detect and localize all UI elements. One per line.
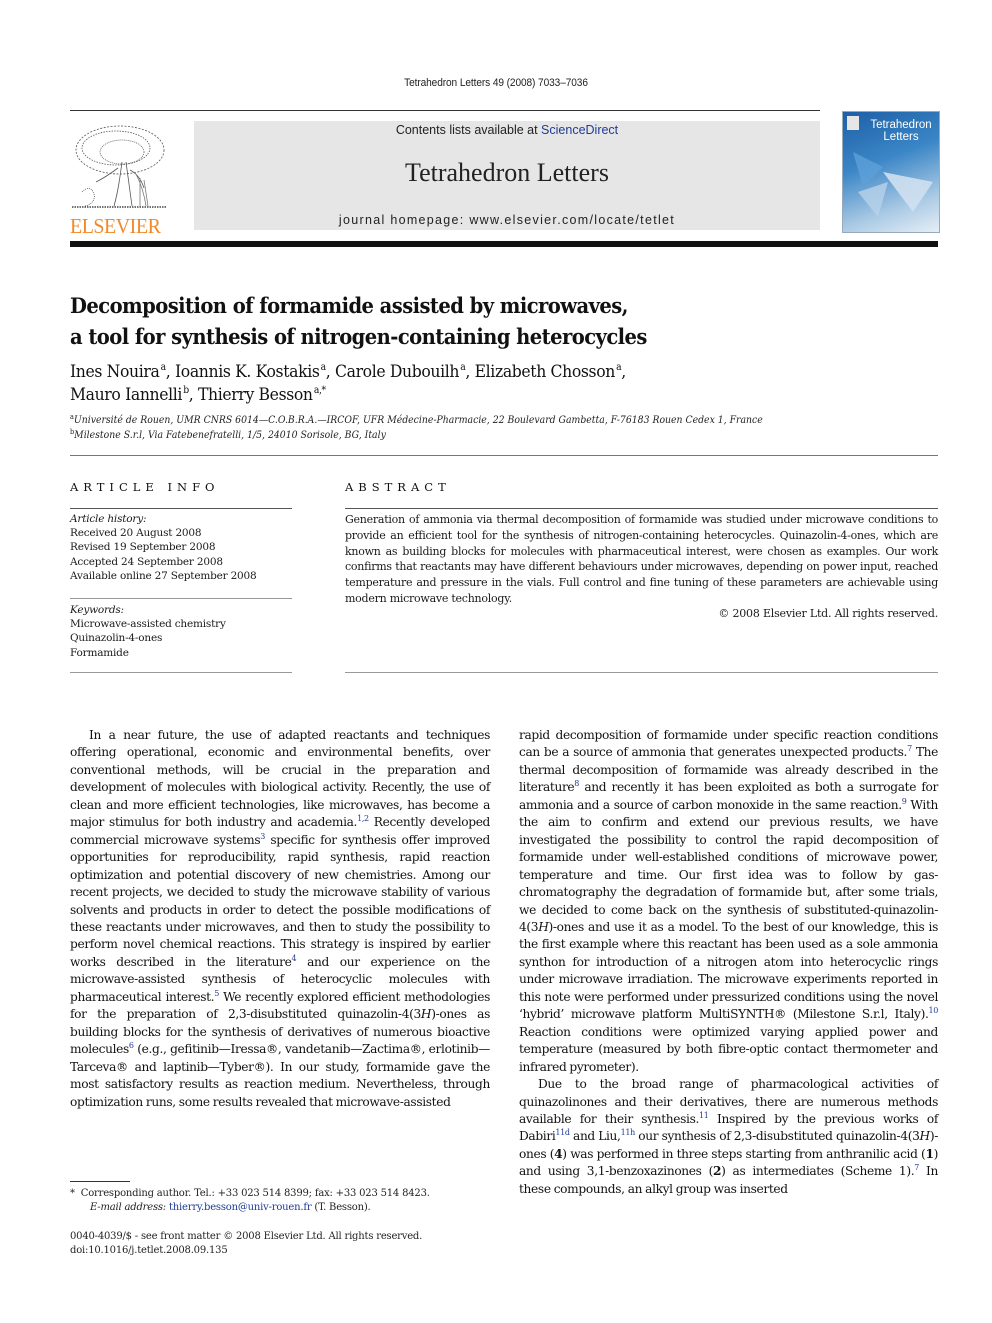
author[interactable]: Ines Nouira a, bbox=[70, 362, 175, 382]
footnote-star: * bbox=[70, 1188, 75, 1199]
keywords-rule bbox=[70, 598, 292, 599]
author[interactable]: Carole Dubouilh a, bbox=[335, 362, 475, 382]
author-email-link[interactable]: thierry.besson@univ-rouen.fr bbox=[169, 1202, 312, 1213]
issn-doi: 0040-4039/$ - see front matter © 2008 El… bbox=[70, 1230, 500, 1258]
masthead-rule bbox=[70, 241, 938, 247]
corresponding-author-footnote: * Corresponding author. Tel.: +33 023 51… bbox=[70, 1188, 430, 1213]
keyword: Microwave-assisted chemistry bbox=[70, 618, 226, 631]
keyword: Quinazolin-4-ones bbox=[70, 632, 163, 645]
article-info-heading: ARTICLE INFO bbox=[70, 480, 220, 494]
elsevier-tree-icon bbox=[72, 125, 166, 208]
paragraph: Due to the broad range of pharmacologica… bbox=[519, 1077, 938, 1196]
author[interactable]: Thierry Besson a,* bbox=[198, 385, 326, 405]
citation-link[interactable]: 11 bbox=[699, 1111, 709, 1120]
affiliation-b: bMilestone S.r.l, Via Fatebenefratelli, … bbox=[70, 428, 386, 442]
citation-link[interactable]: 10 bbox=[929, 1006, 939, 1015]
article-title: Decomposition of formamide assisted by m… bbox=[70, 290, 879, 352]
abstract-rule bbox=[345, 508, 938, 509]
cover-title: Tetrahedron Letters bbox=[870, 119, 932, 143]
author-list: Ines Nouira a, Ioannis K. Kostakis a, Ca… bbox=[70, 361, 870, 407]
journal-title: Tetrahedron Letters bbox=[405, 158, 609, 187]
contents-prefix: Contents lists available at bbox=[395, 123, 542, 137]
contents-line: Contents lists available at ScienceDirec… bbox=[194, 123, 820, 137]
abstract-copyright: © 2008 Elsevier Ltd. All rights reserved… bbox=[718, 607, 938, 620]
title-line-2: a tool for synthesis of nitrogen-contain… bbox=[70, 324, 647, 349]
article-history: Article history: Received 20 August 2008… bbox=[70, 512, 292, 583]
compound-number: 1 bbox=[925, 1146, 934, 1161]
running-head: Tetrahedron Letters 49 (2008) 7033–7036 bbox=[404, 77, 588, 89]
section-rule bbox=[70, 455, 938, 456]
abstract-text: Generation of ammonia via thermal decomp… bbox=[345, 513, 938, 605]
title-line-1: Decomposition of formamide assisted by m… bbox=[70, 293, 628, 318]
issn-line: 0040-4039/$ - see front matter © 2008 El… bbox=[70, 1231, 423, 1242]
author[interactable]: Ioannis K. Kostakis a, bbox=[175, 362, 335, 382]
journal-banner: Contents lists available at ScienceDirec… bbox=[194, 121, 820, 230]
elsevier-logo[interactable]: ELSEVIER bbox=[70, 122, 170, 237]
author[interactable]: Elizabeth Chosson a, bbox=[475, 362, 627, 382]
article-info-bottom-rule bbox=[70, 672, 292, 673]
citation-link[interactable]: 1,2 bbox=[357, 814, 369, 823]
citation-link[interactable]: 11h bbox=[621, 1128, 636, 1137]
abstract-heading: ABSTRACT bbox=[345, 480, 451, 494]
paragraph: In a near future, the use of adapted rea… bbox=[70, 728, 491, 1109]
history-item: Available online 27 September 2008 bbox=[70, 569, 257, 582]
journal-homepage-link[interactable]: journal homepage: www.elsevier.com/locat… bbox=[194, 213, 820, 227]
keywords: Keywords: Microwave-assisted chemistry Q… bbox=[70, 603, 292, 660]
keyword: Formamide bbox=[70, 646, 129, 659]
paragraph: rapid decomposition of formamide under s… bbox=[519, 728, 939, 1074]
elsevier-wordmark: ELSEVIER bbox=[70, 214, 161, 238]
sciencedirect-link[interactable]: ScienceDirect bbox=[541, 123, 618, 137]
history-item: Received 20 August 2008 bbox=[70, 527, 202, 540]
keywords-label: Keywords: bbox=[70, 604, 124, 616]
history-item: Revised 19 September 2008 bbox=[70, 541, 216, 554]
article-info-rule bbox=[70, 508, 292, 509]
footnote-rule bbox=[70, 1181, 130, 1182]
author[interactable]: Mauro Iannelli b, bbox=[70, 385, 198, 405]
history-label: Article history: bbox=[70, 513, 147, 525]
citation-link[interactable]: 11d bbox=[555, 1128, 570, 1137]
compound-number: 2 bbox=[712, 1164, 722, 1179]
top-rule bbox=[70, 110, 820, 111]
body-right-column: rapid decomposition of formamide under s… bbox=[519, 727, 938, 1198]
affiliation-a: aUniversité de Rouen, UMR CNRS 6014—C.O.… bbox=[70, 413, 763, 427]
doi-link[interactable]: doi:10.1016/j.tetlet.2008.09.135 bbox=[70, 1244, 500, 1258]
abstract-bottom-rule bbox=[345, 672, 938, 673]
history-item: Accepted 24 September 2008 bbox=[70, 555, 223, 568]
journal-cover-thumbnail[interactable]: Tetrahedron Letters bbox=[842, 111, 940, 233]
body-left-column: In a near future, the use of adapted rea… bbox=[70, 727, 490, 1111]
